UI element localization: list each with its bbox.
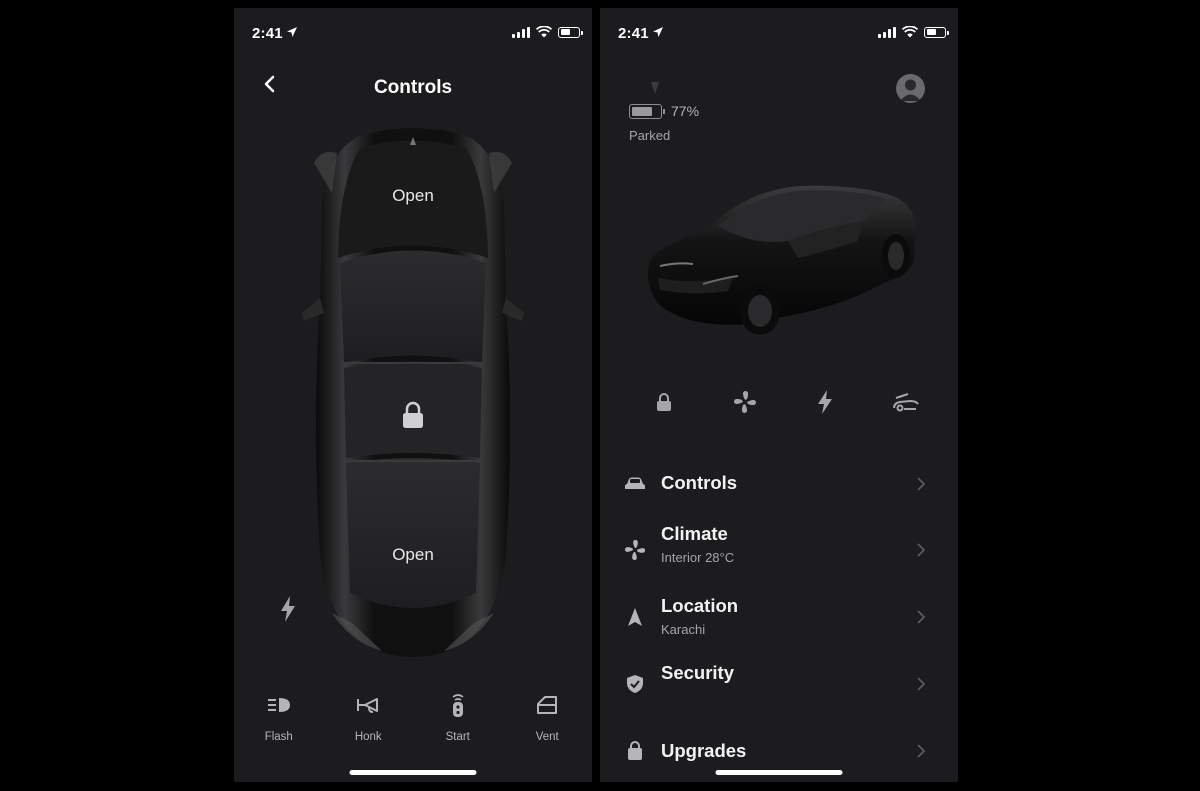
honk-button[interactable]: Honk [324,693,414,743]
lock-button[interactable] [650,388,678,416]
navigation-arrow-icon [628,608,642,626]
chevron-right-icon [917,610,925,624]
lock-icon [657,393,671,411]
menu-item-location[interactable]: Location Karachi [600,586,958,646]
wifi-icon [536,26,552,38]
chevron-right-icon [917,477,925,491]
location-arrow-icon [287,27,297,37]
flash-label: Flash [264,731,293,743]
status-time: 2:41 [252,25,283,42]
menu-subtitle: Interior 28°C [661,550,735,565]
wifi-icon [902,26,918,38]
home-screen: 2:41 77% Parked Controls Climate Interio… [600,8,958,782]
user-icon [900,79,921,101]
home-indicator[interactable] [349,770,477,775]
climate-button[interactable] [731,388,759,416]
menu-item-controls[interactable]: Controls [600,453,958,513]
status-bar: 2:41 [234,8,592,52]
headlight-icon [267,698,290,712]
frunk-button[interactable] [892,388,920,416]
start-label: Start [445,731,470,743]
menu-title: Controls [661,472,738,493]
menu-item-security[interactable]: Security [600,653,958,713]
menu-title: Location [661,595,739,616]
menu-title: Upgrades [661,740,747,761]
profile-avatar[interactable] [896,74,925,103]
menu-title: Security [661,662,735,683]
honk-label: Honk [354,731,382,743]
battery-status-icon [558,26,583,38]
charge-port-lightning-icon[interactable] [279,596,297,622]
chevron-right-icon [917,677,925,691]
status-bar: 2:41 [600,8,958,52]
lock-icon[interactable] [402,401,424,429]
menu-title: Climate [661,523,728,544]
status-time: 2:41 [618,25,649,42]
controls-screen: 2:41 Controls Open Open Flash Honk Start… [234,8,592,782]
shopping-bag-icon [628,741,642,760]
location-arrow-icon [653,27,663,37]
menu-subtitle: Karachi [661,622,706,637]
battery-percentage: 77% [671,103,700,119]
car-icon [625,477,645,489]
home-indicator[interactable] [715,770,843,775]
remote-start-button[interactable]: Start [413,693,503,743]
horn-icon [357,698,379,713]
frunk-open-button[interactable]: Open [234,186,592,206]
fan-icon [733,391,756,413]
car-status-text: Parked [629,128,671,143]
car-side-view-image [647,185,916,335]
cellular-signal-icon [878,26,896,38]
trunk-open-button[interactable]: Open [234,545,592,565]
cellular-signal-icon [512,26,530,38]
chevron-right-icon [917,543,925,557]
vent-label: Vent [535,731,559,743]
menu-item-climate[interactable]: Climate Interior 28°C [600,519,958,579]
lightning-icon [818,390,833,414]
flash-lights-button[interactable]: Flash [234,693,324,743]
page-title: Controls [373,77,453,98]
vehicle-battery-icon [629,104,665,119]
frunk-icon [892,393,919,412]
charging-button[interactable] [811,388,839,416]
key-fob-icon [452,694,464,717]
battery-status-icon [924,26,949,38]
fan-icon [624,539,646,561]
chevron-right-icon [917,744,925,758]
vent-windows-button[interactable]: Vent [503,693,593,743]
window-vent-icon [537,696,558,714]
car-badge-icon [651,82,659,94]
shield-check-icon [627,675,643,693]
